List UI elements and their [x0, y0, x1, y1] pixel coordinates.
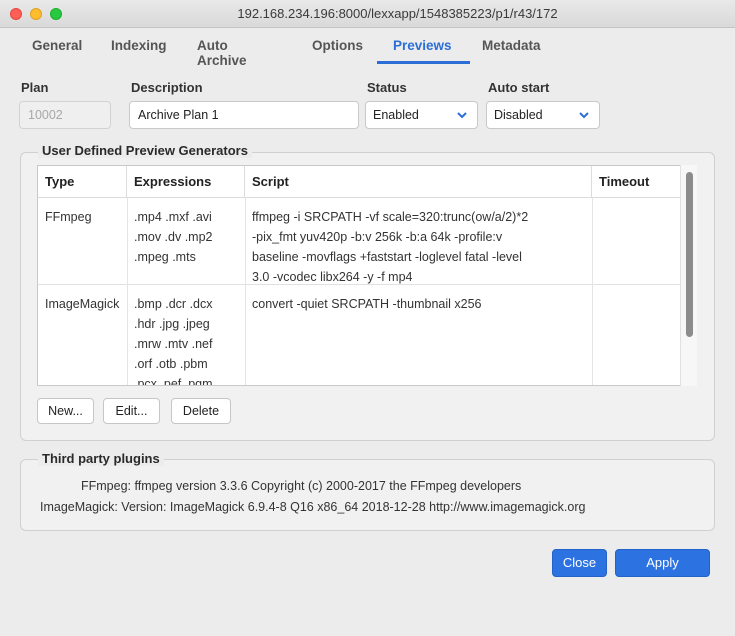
third-party-plugins-group — [20, 459, 715, 531]
row-timeout — [592, 198, 683, 207]
window-titlebar: 192.168.234.196:8000/lexxapp/1548385223/… — [0, 0, 735, 28]
window-title: 192.168.234.196:8000/lexxapp/1548385223/… — [237, 6, 558, 21]
plugin-ffmpeg: FFmpeg: ffmpeg version 3.3.6 Copyright (… — [81, 479, 521, 493]
active-tab-indicator — [377, 61, 470, 64]
row-timeout — [592, 285, 683, 294]
column-divider — [127, 198, 128, 385]
status-select[interactable]: Enabled — [365, 101, 478, 129]
autostart-label: Auto start — [488, 80, 550, 95]
new-button[interactable]: New... — [37, 398, 94, 424]
generators-table[interactable]: Type Expressions Script Timeout FFmpeg .… — [37, 165, 684, 386]
plugin-imagemagick: ImageMagick: Version: ImageMagick 6.9.4-… — [40, 500, 585, 514]
row-script: ffmpeg -i SRCPATH -vf scale=320:trunc(ow… — [252, 210, 529, 284]
status-label: Status — [367, 80, 407, 95]
column-header-expressions[interactable]: Expressions — [127, 166, 245, 198]
scrollbar-thumb[interactable] — [686, 172, 693, 337]
tab-metadata[interactable]: Metadata — [482, 38, 541, 53]
delete-button[interactable]: Delete — [171, 398, 231, 424]
close-button[interactable]: Close — [552, 549, 607, 577]
description-field[interactable]: Archive Plan 1 — [129, 101, 359, 129]
table-row[interactable]: ImageMagick .bmp .dcr .dcx .hdr .jpg .jp… — [38, 285, 683, 386]
plan-label: Plan — [21, 80, 49, 95]
plugin-version: ffmpeg version 3.3.6 Copyright (c) 2000-… — [134, 479, 522, 493]
table-row[interactable]: FFmpeg .mp4 .mxf .avi .mov .dv .mp2 .mpe… — [38, 198, 683, 285]
chevron-down-icon — [457, 112, 467, 119]
plan-field: 10002 — [19, 101, 111, 129]
plugin-name: FFmpeg: — [81, 479, 132, 493]
row-script: convert -quiet SRCPATH -thumbnail x256 — [252, 297, 482, 311]
row-type: ImageMagick — [45, 297, 120, 311]
autostart-value: Disabled — [494, 108, 543, 122]
row-type: FFmpeg — [45, 210, 92, 224]
column-header-script[interactable]: Script — [245, 166, 592, 198]
status-value: Enabled — [373, 108, 419, 122]
tab-general[interactable]: General — [32, 38, 82, 53]
description-label: Description — [131, 80, 203, 95]
table-scrollbar[interactable] — [680, 165, 697, 386]
column-divider — [592, 198, 593, 385]
column-header-timeout[interactable]: Timeout — [592, 166, 683, 198]
tab-indexing[interactable]: Indexing — [111, 38, 167, 53]
autostart-select[interactable]: Disabled — [486, 101, 600, 129]
tab-previews[interactable]: Previews — [393, 38, 452, 53]
plugin-version: Version: ImageMagick 6.9.4-8 Q16 x86_64 … — [121, 500, 586, 514]
apply-button[interactable]: Apply — [615, 549, 710, 577]
row-expressions: .mp4 .mxf .avi .mov .dv .mp2 .mpeg .mts — [134, 210, 213, 264]
edit-button[interactable]: Edit... — [103, 398, 160, 424]
tab-auto-archive[interactable]: Auto Archive — [197, 38, 247, 68]
third-party-plugins-title: Third party plugins — [38, 451, 164, 466]
chevron-down-icon — [579, 112, 589, 119]
preview-generators-title: User Defined Preview Generators — [38, 143, 252, 158]
plugin-name: ImageMagick: — [40, 500, 118, 514]
column-divider — [245, 198, 246, 385]
column-header-type[interactable]: Type — [38, 166, 127, 198]
row-expressions: .bmp .dcr .dcx .hdr .jpg .jpeg .mrw .mtv… — [134, 297, 213, 386]
tab-options[interactable]: Options — [312, 38, 363, 53]
